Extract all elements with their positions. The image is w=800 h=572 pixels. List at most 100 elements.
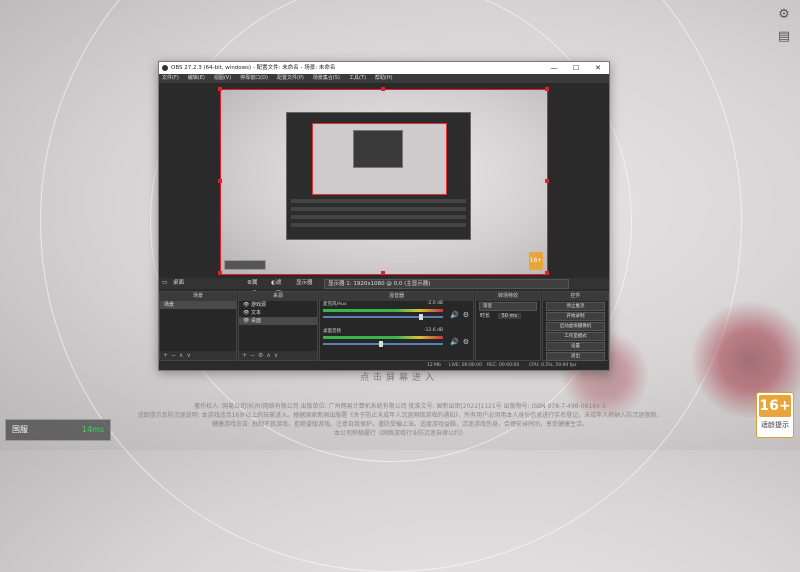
sources-panel: 来源 👁 游戏源 👁 文本 👁 桌面 +−⚙∧∨ [238, 291, 318, 361]
channel-db: -2.0 dB [426, 301, 443, 306]
tap-to-enter[interactable]: 点击屏幕进入 [360, 370, 438, 383]
display-select[interactable]: 显示器 1: 1920x1080 @ 0,0 (主显示器) [324, 279, 569, 289]
selected-source: 桌面 [173, 280, 185, 286]
obs-window[interactable]: OBS 27.2.3 (64-bit, windows) - 配置文件: 未命名… [158, 61, 610, 371]
duration-label: 时长 [480, 313, 491, 319]
list-item[interactable]: 场景 [160, 301, 236, 309]
controls-panel: 控件 停止推流 开始录制 启动虚拟摄像机 工作室模式 设置 退出 [542, 291, 609, 361]
close-icon[interactable]: ✕ [587, 62, 609, 74]
scenes-panel: 场景 场景 +−∧∨ [159, 291, 237, 361]
fold-icon[interactable]: ▤ [776, 30, 792, 44]
menu-docks[interactable]: 停靠窗口(D) [240, 74, 268, 83]
nested-window [353, 130, 403, 168]
cpu-fps: CPU: 0.5%, 59.94 fps [529, 363, 577, 368]
resize-handle[interactable] [381, 271, 385, 275]
status-bar: 12 Mb LIVE: 00:00:00 REC: 00:00:00 CPU: … [159, 361, 609, 370]
live-time: LIVE: 00:00:00 [449, 363, 482, 368]
list-item[interactable]: 👁 游戏源 [239, 301, 317, 309]
scenes-title: 场景 [160, 292, 236, 301]
resize-handle[interactable] [218, 271, 222, 275]
menu-scene-collection[interactable]: 场景集合(S) [313, 74, 340, 83]
slider-knob[interactable] [419, 314, 423, 320]
resize-handle[interactable] [381, 87, 385, 91]
mixer-panel: 混音器 麦克风/Aux -2.0 dB 🔊 ⚙ 桌面音频 -12.6 dB 🔊 … [319, 291, 474, 361]
latency: 14ms [81, 425, 104, 434]
studio-mode-button[interactable]: 工作室模式 [546, 332, 605, 341]
age-rating-badge: 16+ 适龄提示 [756, 392, 794, 438]
mixer-channel: 桌面音频 -12.6 dB 🔊 ⚙ [320, 328, 473, 355]
age-rating: 16+ [759, 395, 791, 417]
resize-handle[interactable] [218, 87, 222, 91]
scenes-footer[interactable]: +−∧∨ [160, 351, 236, 360]
server-name: 国服 [12, 425, 28, 434]
sources-footer[interactable]: +−⚙∧∨ [239, 351, 317, 360]
channel-db: -12.6 dB [423, 328, 443, 333]
nested-row [291, 199, 466, 203]
volume-meter [323, 336, 443, 339]
resize-handle[interactable] [545, 271, 549, 275]
duration-row: 时长 50 ms [476, 312, 540, 320]
nested-row [291, 223, 466, 227]
title-bar[interactable]: OBS 27.2.3 (64-bit, windows) - 配置文件: 未命名… [159, 62, 609, 74]
transitions-panel: 转场特效 渐变 时长 50 ms [475, 291, 541, 361]
list-item[interactable]: 👁 文本 [239, 309, 317, 317]
resize-handle[interactable] [545, 179, 549, 183]
corner-icons: ⚙ ▤ [776, 8, 792, 44]
server-select[interactable]: 国服 14ms [5, 419, 111, 441]
source-label: 桌面 [250, 318, 261, 324]
menu-file[interactable]: 文件(F) [162, 74, 179, 83]
resize-handle[interactable] [545, 87, 549, 91]
maximize-icon[interactable]: ☐ [565, 62, 587, 74]
nested-canvas [312, 123, 447, 195]
virtual-camera-button[interactable]: 启动虚拟摄像机 [546, 322, 605, 331]
speaker-icon[interactable]: 🔊 [450, 338, 459, 346]
gear-icon[interactable]: ⚙ [776, 8, 792, 22]
nested-server-box [224, 260, 266, 270]
volume-slider[interactable] [323, 316, 443, 318]
window-title: OBS 27.2.3 (64-bit, windows) - 配置文件: 未命名… [171, 65, 336, 71]
source-toolbar: ▭ 桌面 ⚙ 属性 ◐ 滤镜 显示器 显示器 1: 1920x1080 @ 0,… [159, 278, 609, 297]
age-label: 适龄提示 [761, 421, 789, 429]
volume-slider[interactable] [323, 343, 443, 345]
source-label: 文本 [250, 310, 261, 316]
monitor-icon: ▭ [162, 280, 168, 286]
transitions-title: 转场特效 [476, 292, 540, 301]
preview-canvas[interactable]: 16+ [159, 83, 609, 276]
mixer-title: 混音器 [320, 292, 473, 301]
stop-stream-button[interactable]: 停止推流 [546, 302, 605, 311]
menu-view[interactable]: 视图(V) [214, 74, 231, 83]
bitrate: 12 Mb [427, 363, 441, 368]
gear-icon[interactable]: ⚙ [463, 311, 469, 319]
resize-handle[interactable] [218, 179, 222, 183]
menu-profile[interactable]: 配置文件(P) [277, 74, 304, 83]
gear-icon[interactable]: ⚙ [463, 338, 469, 346]
list-item[interactable]: 👁 桌面 [239, 317, 317, 325]
duration-input[interactable]: 50 ms [497, 313, 522, 319]
nested-obs-preview [286, 112, 471, 240]
transition-select[interactable]: 渐变 [479, 302, 537, 311]
menu-tools[interactable]: 工具(T) [349, 74, 366, 83]
properties-button[interactable]: ⚙ 属性 [247, 278, 257, 297]
start-recording-button[interactable]: 开始录制 [546, 312, 605, 321]
settings-button[interactable]: 设置 [546, 342, 605, 351]
filters-button[interactable]: ◐ 滤镜 [271, 278, 281, 297]
speaker-icon[interactable]: 🔊 [450, 311, 459, 319]
nested-age-badge: 16+ [529, 252, 543, 270]
captured-source[interactable]: 16+ [220, 89, 548, 275]
menu-bar: 文件(F) 编辑(E) 视图(V) 停靠窗口(D) 配置文件(P) 场景集合(S… [159, 74, 609, 83]
minimize-icon[interactable]: — [543, 62, 565, 74]
exit-button[interactable]: 退出 [546, 352, 605, 361]
menu-edit[interactable]: 编辑(E) [188, 74, 205, 83]
legal-line: 著作权人: 网易公司(杭州)网络有限公司 出版单位: 广州网易计算机系统有限公司… [194, 403, 606, 410]
sources-title: 来源 [239, 292, 317, 301]
controls-title: 控件 [543, 292, 608, 301]
volume-meter [323, 309, 443, 312]
legal-line: 健康游戏忠告: 抵制不良游戏，拒绝盗版游戏。注意自我保护，谨防受骗上当。适度游戏… [212, 421, 588, 428]
display-label: 显示器 [296, 280, 313, 286]
menu-help[interactable]: 帮助(H) [375, 74, 393, 83]
channel-name: 桌面音频 [323, 329, 341, 334]
rec-time: REC: 00:00:00 [487, 363, 520, 368]
slider-knob[interactable] [379, 341, 383, 347]
source-label: 游戏源 [250, 302, 266, 308]
legal-line: 本公司积极履行《网络游戏行业防沉迷自律公约》 [333, 430, 466, 437]
